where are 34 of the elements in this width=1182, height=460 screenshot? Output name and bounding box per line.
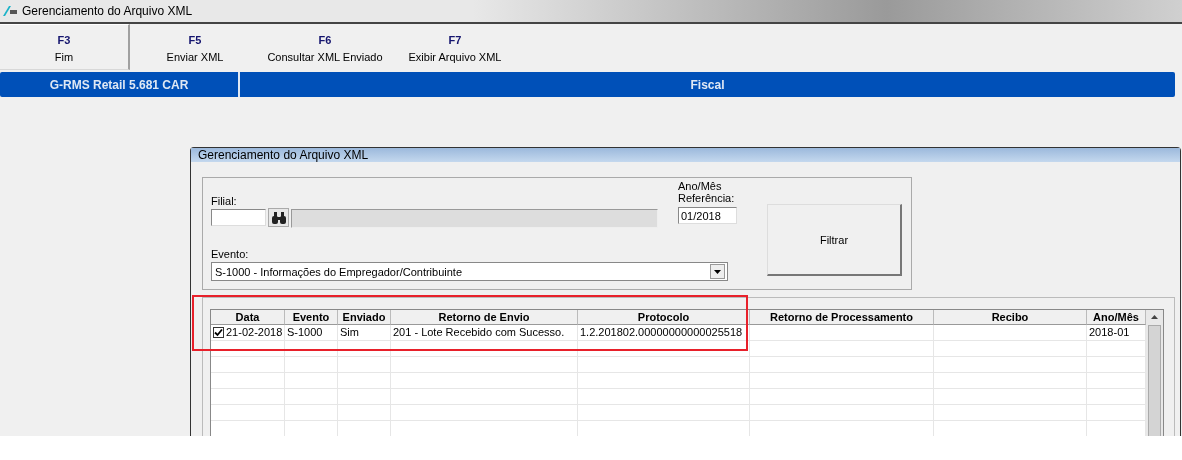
filial-input[interactable]	[211, 209, 266, 226]
column-header[interactable]: Protocolo	[578, 310, 750, 325]
ano-mes-input[interactable]: 01/2018	[678, 207, 737, 224]
table-cell: 201 - Lote Recebido com Sucesso.	[391, 325, 578, 341]
table-cell: Sim	[338, 325, 391, 341]
column-header[interactable]: Data	[211, 310, 285, 325]
ano-mes-label: Ano/Mês Referência:	[678, 180, 736, 204]
dialog-title: Gerenciamento do Arquivo XML	[198, 148, 369, 162]
column-header[interactable]: Retorno de Envio	[391, 310, 578, 325]
binoculars-button[interactable]	[268, 208, 289, 227]
column-header[interactable]: Retorno de Processamento	[750, 310, 934, 325]
filial-label: Filial:	[211, 195, 238, 207]
module-label: Fiscal	[689, 76, 726, 94]
binoculars-icon	[270, 211, 287, 224]
scroll-up-icon	[1151, 315, 1158, 319]
toolbar-button[interactable]: F7 Exibir Arquivo XML	[390, 24, 520, 70]
date-text: 21-02-2018	[226, 325, 283, 340]
toolbar-button[interactable]: F6 Consultar XML Enviado	[260, 24, 390, 70]
table-cell: S-1000	[285, 325, 338, 341]
toolbar-button[interactable]: F3 Fim	[0, 24, 130, 70]
column-header[interactable]: Recibo	[934, 310, 1087, 325]
evento-label: Evento:	[211, 248, 250, 260]
column-header[interactable]: Ano/Mês	[1087, 310, 1146, 325]
row-checkbox[interactable]	[213, 327, 224, 338]
app-logo-icon	[2, 5, 18, 17]
vertical-scrollbar[interactable]	[1146, 310, 1163, 436]
table-cell: 1.2.201802.00000000000025518	[578, 325, 750, 341]
window-title: Gerenciamento do Arquivo XML	[22, 4, 193, 18]
toolbar-button[interactable]: F5 Enviar XML	[130, 24, 260, 70]
filter-button[interactable]: Filtrar	[767, 204, 902, 276]
column-header[interactable]: Evento	[285, 310, 338, 325]
column-header[interactable]: Enviado	[338, 310, 391, 325]
evento-dropdown[interactable]: S-1000 - Informações do Empregador/Contribuinte	[211, 262, 728, 281]
version-label: G-RMS Retail 5.681 CAR	[0, 72, 240, 97]
